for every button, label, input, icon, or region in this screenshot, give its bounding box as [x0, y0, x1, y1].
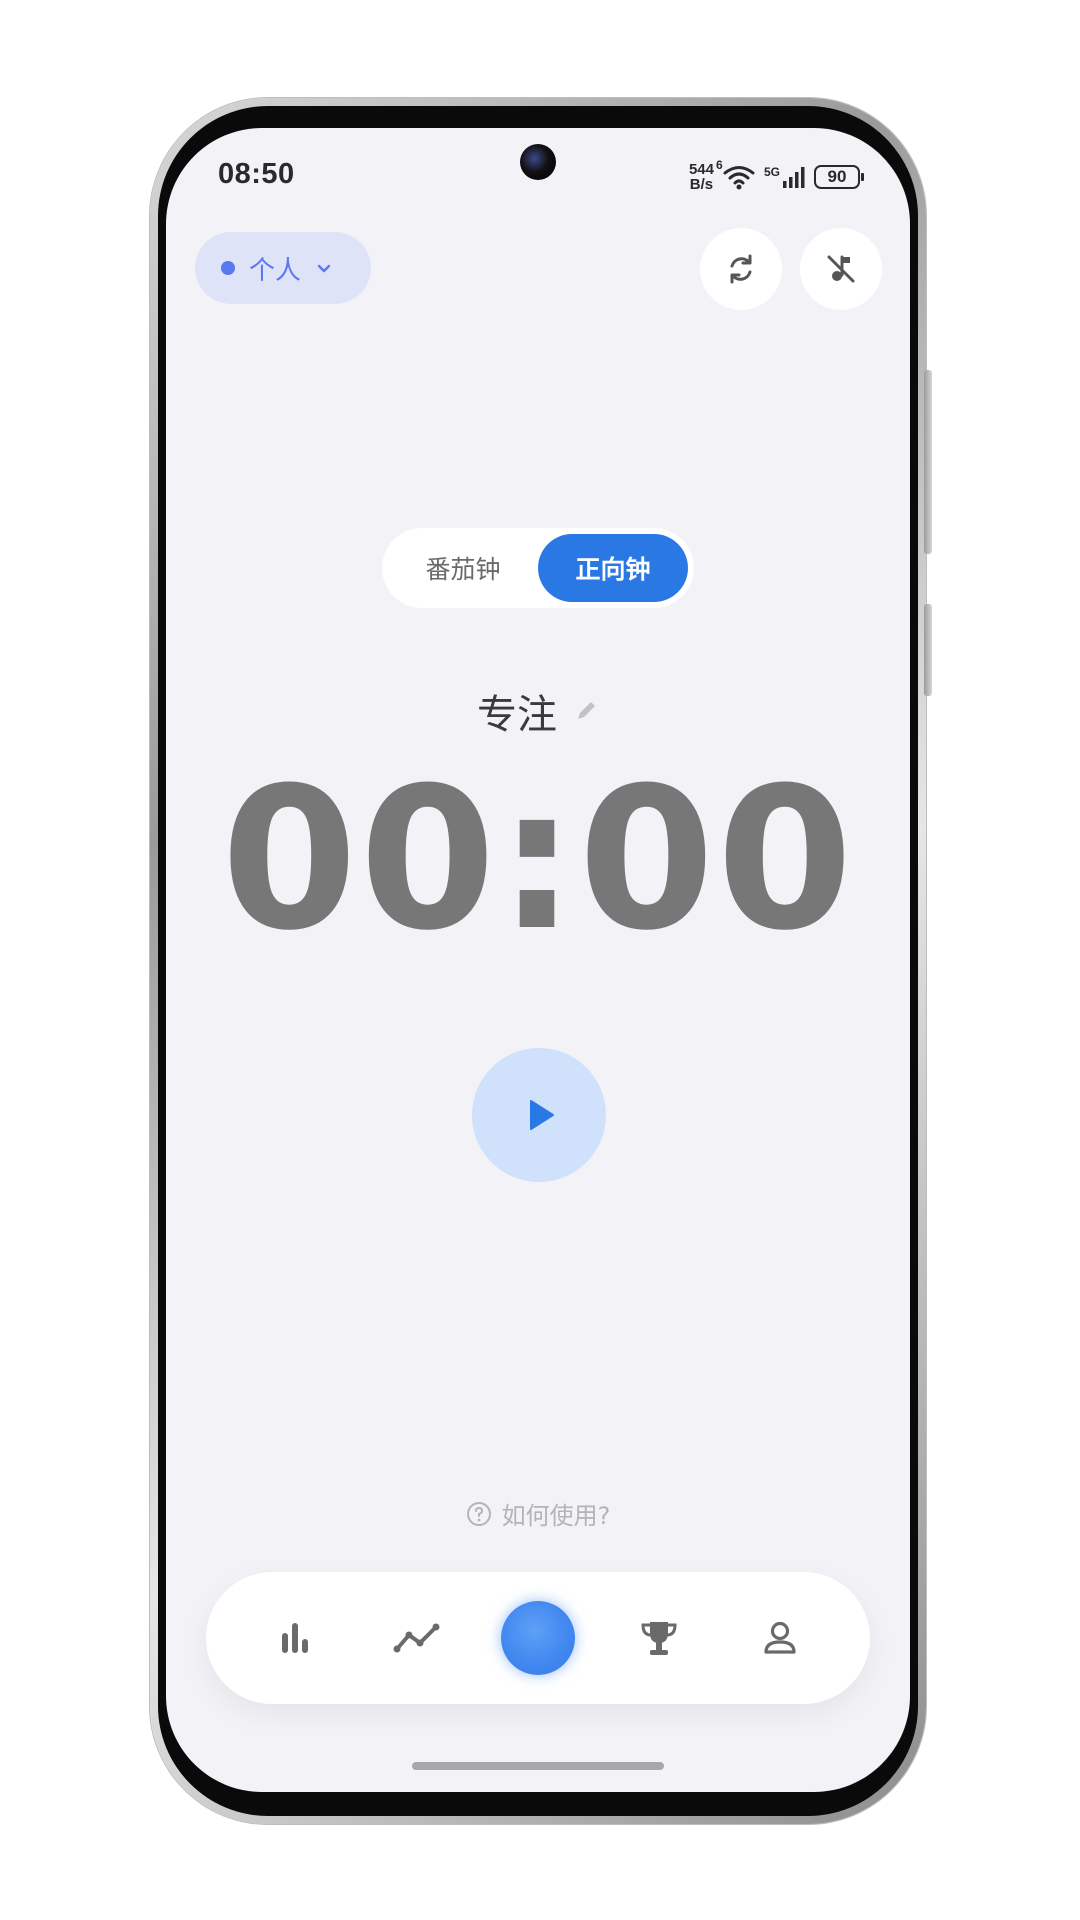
wifi-badge: 6 — [715, 158, 723, 172]
tab-achievements[interactable] — [619, 1598, 699, 1678]
chevron-down-icon — [317, 264, 331, 273]
timer-display: 00:00 — [221, 746, 855, 974]
sync-icon — [730, 254, 752, 284]
cellular-icon: 5G — [764, 165, 806, 189]
tab-pomodoro[interactable]: 番茄钟 — [388, 534, 538, 602]
stage: 08:50 544 B/s 6 5G 90 个人 番茄钟 正向钟 专注 00:0… — [0, 0, 1080, 1920]
mode-switch: 番茄钟 正向钟 — [382, 528, 694, 608]
cell-badge: 5G — [763, 165, 780, 179]
play-icon — [530, 1100, 554, 1130]
workspace-selector[interactable]: 个人 — [195, 232, 371, 304]
network-speed: 544 B/s — [689, 162, 714, 192]
front-camera — [520, 144, 556, 180]
question-circle-icon — [466, 1501, 491, 1526]
focus-label: 专注 — [477, 692, 557, 738]
focus-label-row: 专注 — [166, 682, 910, 740]
focus-orb-icon — [500, 1601, 575, 1675]
trophy-icon — [641, 1622, 677, 1655]
help-link[interactable]: 如何使用? — [166, 1496, 910, 1531]
play-button[interactable] — [472, 1048, 606, 1182]
network-speed-value: 544 — [688, 161, 714, 178]
status-time: 08:50 — [218, 158, 295, 190]
tab-focus[interactable] — [498, 1598, 578, 1678]
bar-chart-icon — [282, 1623, 309, 1653]
battery-indicator: 90 — [814, 165, 864, 189]
power-button — [924, 604, 932, 696]
sync-button[interactable] — [700, 228, 782, 310]
profile-icon — [763, 1621, 796, 1654]
trend-line-icon — [393, 1623, 440, 1653]
app-screen: 08:50 544 B/s 6 5G 90 个人 番茄钟 正向钟 专注 00:0… — [166, 128, 910, 1792]
help-label: 如何使用? — [501, 1502, 611, 1530]
tab-stats[interactable] — [256, 1598, 336, 1678]
workspace-label: 个人 — [249, 255, 302, 286]
status-icons: 544 B/s 6 5G 90 — [689, 158, 864, 192]
bottom-tabbar — [206, 1572, 870, 1704]
volume-button — [924, 370, 932, 554]
tab-trend[interactable] — [377, 1598, 457, 1678]
music-off-icon — [827, 255, 855, 283]
pencil-icon[interactable] — [573, 698, 599, 724]
sound-toggle-button[interactable] — [800, 228, 882, 310]
home-indicator[interactable] — [412, 1762, 664, 1770]
workspace-dot — [221, 261, 235, 275]
network-speed-unit: B/s — [689, 176, 714, 193]
tab-stopwatch[interactable]: 正向钟 — [538, 534, 688, 602]
tab-profile[interactable] — [740, 1598, 820, 1678]
wifi-icon: 6 — [716, 158, 756, 190]
